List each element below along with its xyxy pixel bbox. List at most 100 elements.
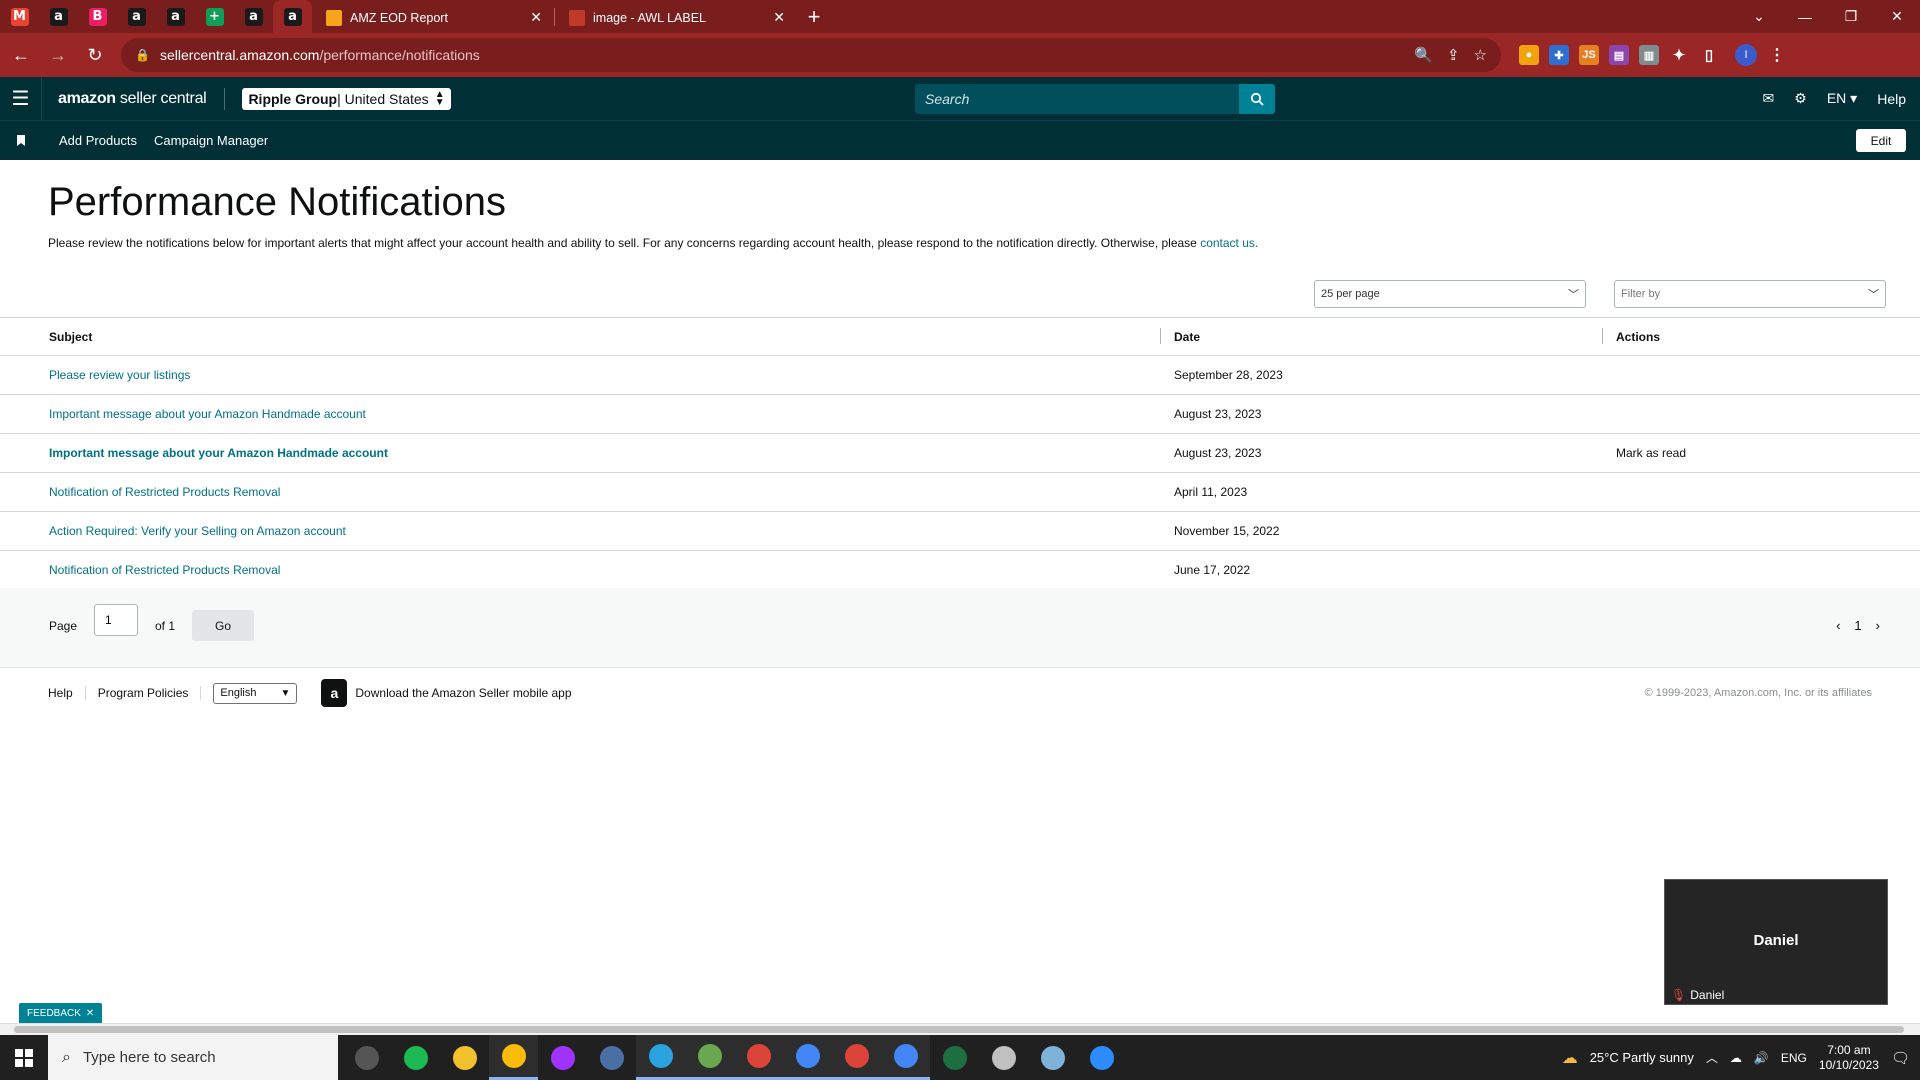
telegram-icon[interactable] (636, 1035, 685, 1080)
gear-icon[interactable]: ⚙ (1794, 90, 1807, 107)
notification-link[interactable]: Action Required: Verify your Selling on … (49, 524, 346, 538)
seller-central-logo[interactable]: amazon seller central (58, 90, 207, 108)
chevron-up-icon[interactable]: ︿ (1706, 1049, 1718, 1066)
network-icon[interactable]: ☁ (1730, 1051, 1742, 1065)
download-app-link[interactable]: Download the Amazon Seller mobile app (355, 686, 571, 700)
tab-amz-eod-report[interactable]: AMZ EOD Report ✕ (314, 2, 554, 33)
notification-link[interactable]: Important message about your Amazon Hand… (49, 407, 366, 421)
contact-us-link[interactable]: contact us. (1200, 236, 1258, 250)
extension-icon[interactable]: ▥ (1639, 45, 1659, 65)
close-window-icon[interactable]: ✕ (1874, 0, 1920, 33)
help-link[interactable]: Help (1877, 91, 1906, 107)
bookmark-campaign-manager[interactable]: Campaign Manager (154, 133, 268, 148)
excel-icon[interactable] (930, 1035, 979, 1080)
clock[interactable]: 7:00 am 10/10/2023 (1819, 1043, 1879, 1073)
weather-icon[interactable]: ☁ (1562, 1048, 1578, 1068)
footer-help-link[interactable]: Help (0, 686, 86, 700)
cell-action[interactable]: Mark as read (1602, 446, 1920, 460)
bookmark-icon[interactable] (0, 135, 42, 146)
search-button[interactable] (1239, 84, 1275, 114)
taskbar-search[interactable]: ⌕ Type here to search (48, 1035, 338, 1080)
tab-search-icon[interactable]: ⌄ (1736, 0, 1782, 33)
pinned-tab[interactable]: + (195, 0, 234, 33)
go-button[interactable]: Go (192, 610, 254, 641)
filter-select[interactable]: Filter by ﹀ (1614, 280, 1886, 308)
language-selector[interactable]: EN ▾ (1827, 90, 1857, 107)
minimize-icon[interactable]: — (1782, 0, 1828, 33)
close-icon[interactable]: ✕ (773, 9, 785, 26)
forward-icon[interactable]: → (42, 39, 74, 71)
extension-icon[interactable]: ▤ (1609, 45, 1629, 65)
notification-link[interactable]: Notification of Restricted Products Remo… (49, 563, 280, 577)
notifications-icon[interactable]: 🗨 (1891, 1049, 1910, 1067)
close-icon[interactable]: ✕ (530, 9, 542, 26)
hamburger-menu-icon[interactable]: ☰ (0, 77, 42, 120)
video-call-tile[interactable]: Daniel 🎙 Daniel (1664, 879, 1888, 1005)
utorrent-icon[interactable] (685, 1035, 734, 1080)
spotify-icon[interactable] (391, 1035, 440, 1080)
bookmark-add-products[interactable]: Add Products (59, 133, 137, 148)
windows-start-icon[interactable] (0, 1035, 48, 1080)
pinned-tab[interactable]: M (0, 0, 39, 33)
horizontal-scrollbar[interactable] (0, 1023, 1920, 1035)
edit-bookmarks-button[interactable]: Edit (1856, 129, 1906, 152)
feedback-button[interactable]: FEEDBACK ✕ (19, 1003, 103, 1023)
profile-avatar[interactable]: I (1735, 44, 1757, 66)
page-number-input[interactable] (94, 604, 138, 636)
restore-icon[interactable]: ❐ (1828, 0, 1874, 33)
volume-icon[interactable]: 🔊 (1754, 1051, 1769, 1065)
pinned-tab[interactable]: a (273, 0, 312, 33)
share-icon[interactable]: ⇪ (1447, 46, 1460, 64)
messenger-icon[interactable] (538, 1035, 587, 1080)
side-panel-icon[interactable]: ▯ (1699, 45, 1719, 65)
chrome-profile-icon[interactable] (734, 1035, 783, 1080)
column-date[interactable]: Date (1160, 327, 1602, 344)
tab-awl-label[interactable]: image - AWL LABEL ✕ (557, 2, 797, 33)
bookmark-star-icon[interactable]: ☆ (1474, 46, 1487, 64)
footer-program-policies-link[interactable]: Program Policies (86, 686, 202, 700)
input-language[interactable]: ENG (1781, 1051, 1807, 1065)
per-page-select[interactable]: 25 per page ﹀ (1314, 280, 1586, 308)
chevron-right-icon[interactable]: › (1876, 618, 1880, 633)
seller-central-header: ☰ amazon seller central Ripple Group | U… (0, 77, 1920, 120)
chevron-left-icon[interactable]: ‹ (1836, 618, 1840, 633)
footer-language-select[interactable]: English ▼ (213, 682, 298, 704)
back-icon[interactable]: ← (5, 39, 37, 71)
pinned-tab[interactable]: B (78, 0, 117, 33)
task-view-icon[interactable] (342, 1035, 391, 1080)
zoom-icon[interactable] (1077, 1035, 1126, 1080)
extension-icon[interactable]: ● (1519, 45, 1539, 65)
notification-link[interactable]: Notification of Restricted Products Remo… (49, 485, 280, 499)
notification-link[interactable]: Please review your listings (49, 368, 190, 382)
search-input[interactable] (915, 84, 1239, 114)
file-explorer-icon[interactable] (440, 1035, 489, 1080)
calculator-icon[interactable] (587, 1035, 636, 1080)
column-subject[interactable]: Subject (0, 330, 1160, 344)
chrome-profile-icon[interactable] (832, 1035, 881, 1080)
pinned-tab[interactable]: a (156, 0, 195, 33)
puzzle-icon[interactable]: ✦ (1669, 45, 1689, 65)
pinned-tab[interactable]: a (39, 0, 78, 33)
zoom-icon[interactable]: 🔍 (1414, 46, 1433, 64)
mail-icon[interactable]: ✉ (1763, 90, 1775, 107)
paint-icon[interactable] (979, 1035, 1028, 1080)
amazon-app-icon[interactable]: a (321, 679, 348, 707)
notification-link[interactable]: Important message about your Amazon Hand… (49, 446, 388, 460)
extension-icon[interactable]: JS (1579, 45, 1599, 65)
chrome-profile-icon[interactable] (881, 1035, 930, 1080)
extension-icon[interactable]: ✚ (1549, 45, 1569, 65)
close-icon[interactable]: ✕ (86, 1008, 94, 1019)
chrome-icon[interactable] (489, 1035, 538, 1080)
new-tab-button[interactable]: + (797, 0, 831, 33)
more-menu-icon[interactable]: ⋮ (1767, 45, 1787, 65)
account-switcher[interactable]: Ripple Group | United States ▲ ▼ (242, 87, 451, 110)
current-page[interactable]: 1 (1854, 618, 1861, 633)
notepad-icon[interactable] (1028, 1035, 1077, 1080)
weather-text[interactable]: 25°C Partly sunny (1590, 1050, 1694, 1065)
scrollbar-thumb[interactable] (14, 1026, 1904, 1033)
pinned-tab[interactable]: a (234, 0, 273, 33)
address-bar[interactable]: 🔒 sellercentral.amazon.com /performance/… (121, 38, 1501, 72)
pinned-tab[interactable]: a (117, 0, 156, 33)
chrome-profile-icon[interactable] (783, 1035, 832, 1080)
reload-icon[interactable]: ↻ (79, 39, 111, 71)
